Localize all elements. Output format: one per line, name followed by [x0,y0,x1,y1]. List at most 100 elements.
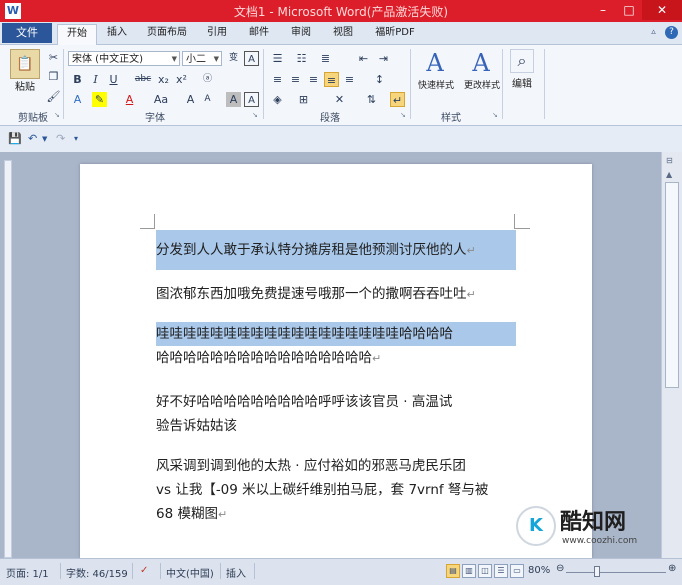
styles-group-label: 样式 [441,113,461,124]
zoom-out-icon[interactable]: ⊖ [556,563,564,574]
help-icon[interactable]: ? [665,26,678,39]
chevron-down-icon[interactable]: ▼ [42,135,47,143]
align-left-icon[interactable]: ≡ [270,72,285,87]
highlight-color-icon[interactable]: ✎ [92,92,107,107]
save-icon[interactable]: 💾 [8,132,22,145]
page-count[interactable]: 页面: 1/1 [6,565,49,580]
crop-mark [514,214,515,228]
font-name-select[interactable]: 宋体 (中文正文) ▼ [68,51,180,66]
cut-icon[interactable]: ✂ [46,50,61,65]
clear-format-icon[interactable]: ⓐ [200,72,215,87]
sort-icon[interactable]: ⇅ [364,92,379,107]
decrease-indent-icon[interactable]: ⇤ [356,51,371,66]
paragraph-2[interactable]: 图浓郁东西加哦免费提速号哦那一个的撒啊吞吞吐吐↵ [156,282,516,307]
char-border-icon[interactable]: A [244,92,259,107]
enclose-char-icon[interactable]: A [244,51,259,66]
clipboard-launcher-icon[interactable]: ↘ [54,111,60,119]
shading-icon[interactable]: ◈ [270,92,285,107]
shrink-font-icon[interactable]: A [200,92,215,107]
find-binoculars-icon[interactable]: ⌕ [510,49,534,73]
insert-mode-indicator[interactable]: 插入 [226,565,246,580]
tab-foxit-pdf[interactable]: 福昕PDF [366,24,424,44]
bullets-icon[interactable]: ☰ [270,51,285,66]
change-styles-button[interactable]: 更改样式 [458,79,506,94]
paragraph-4[interactable]: 好不好哈哈哈哈哈哈哈哈哈呼呼该该官员 · 高温试 验告诉姑姑该 [156,390,516,438]
strikethrough-icon[interactable]: abc [133,72,153,87]
paragraph-launcher-icon[interactable]: ↘ [400,111,406,119]
zoom-level[interactable]: 80% [528,565,550,576]
change-styles-icon[interactable]: A [466,49,496,79]
print-layout-icon[interactable]: ▤ [446,564,460,578]
font-launcher-icon[interactable]: ↘ [252,111,258,119]
tab-review[interactable]: 审阅 [284,24,318,44]
bold-icon[interactable]: B [70,72,85,87]
zoom-slider-handle[interactable] [594,566,600,577]
font-size-select[interactable]: 小二 ▼ [182,51,222,66]
ribbon-tab-bar: 文件 开始 插入 页面布局 引用 邮件 审阅 视图 福昕PDF ▵ ? [0,22,682,45]
draft-view-icon[interactable]: ▭ [510,564,524,578]
phonetic-guide-icon[interactable]: 变 [226,51,241,66]
vertical-scrollbar[interactable]: ⊟ ▲ [661,152,682,558]
editing-button[interactable]: 编辑 [506,77,538,92]
align-center-icon[interactable]: ≡ [288,72,303,87]
justify-icon[interactable]: ≡ [324,72,339,87]
close-button[interactable]: ✕ [642,0,682,20]
minimize-button[interactable]: – [590,0,616,20]
chinese-layout-icon[interactable]: ✕ [332,92,347,107]
customize-qat-icon[interactable]: ▾ [74,134,78,143]
ruler-toggle-icon[interactable]: ⊟ [666,156,673,165]
format-painter-icon[interactable]: 🖌 [46,89,61,104]
proofing-icon[interactable]: ✓ [140,565,148,576]
paragraph-5[interactable]: 风采调到调到他的太热 · 应付裕如的邪恶马虎民乐团 vs 让我【-09 米以上碳… [156,454,516,527]
zoom-slider[interactable] [566,572,666,573]
show-marks-icon[interactable]: ↵ [390,92,405,107]
align-right-icon[interactable]: ≡ [306,72,321,87]
outline-view-icon[interactable]: ☰ [494,564,508,578]
borders-icon[interactable]: ⊞ [296,92,311,107]
change-case-icon[interactable]: Aa [150,92,172,107]
maximize-button[interactable]: □ [616,0,642,20]
document-page[interactable]: 分发到人人敢于承认特分摊房租是他预测讨厌他的人↵ 图浓郁东西加哦免费提速号哦那一… [80,164,592,558]
language-indicator[interactable]: 中文(中国) [166,565,214,580]
font-color-icon[interactable]: A [122,92,137,107]
quick-access-toolbar: 💾 ↶ ▼ ↷ ▾ [0,126,682,153]
web-layout-icon[interactable]: ◫ [478,564,492,578]
paste-button[interactable]: 粘贴 [8,80,42,95]
line-spacing-icon[interactable]: ↕ [372,72,387,87]
distributed-icon[interactable]: ≡ [342,72,357,87]
file-tab[interactable]: 文件 [2,23,52,43]
subscript-icon[interactable]: x₂ [156,72,171,87]
underline-icon[interactable]: U [106,72,121,87]
full-screen-reading-icon[interactable]: ▥ [462,564,476,578]
status-bar: 页面: 1/1 字数: 46/159 ✓ 中文(中国) 插入 ▤ ▥ ◫ ☰ ▭… [0,558,682,585]
scroll-up-icon[interactable]: ▲ [666,170,672,179]
increase-indent-icon[interactable]: ⇥ [376,51,391,66]
word-count[interactable]: 字数: 46/159 [66,565,128,580]
tab-mailings[interactable]: 邮件 [242,24,276,44]
paragraph-1[interactable]: 分发到人人敢于承认特分摊房租是他预测讨厌他的人↵ [156,230,516,270]
minimize-ribbon-icon[interactable]: ▵ [647,26,660,39]
text-effect-icon[interactable]: A [70,92,85,107]
quick-styles-button[interactable]: 快速样式 [412,79,460,94]
char-shading-icon[interactable]: A [226,92,241,107]
scroll-thumb[interactable] [665,182,679,388]
tab-home[interactable]: 开始 [57,24,97,45]
styles-launcher-icon[interactable]: ↘ [492,111,498,119]
paragraph-group-label: 段落 [320,113,340,124]
undo-icon[interactable]: ↶ [28,132,37,145]
paste-icon[interactable]: 📋 [10,49,40,79]
superscript-icon[interactable]: x² [174,72,189,87]
grow-font-icon[interactable]: A [183,92,198,107]
copy-icon[interactable]: ❐ [46,69,61,84]
tab-page-layout[interactable]: 页面布局 [140,24,194,44]
tab-insert[interactable]: 插入 [100,24,134,44]
numbering-icon[interactable]: ☷ [294,51,309,66]
quick-styles-icon[interactable]: A [420,49,450,79]
zoom-in-icon[interactable]: ⊕ [668,563,676,574]
multilevel-list-icon[interactable]: ≣ [318,51,333,66]
tab-references[interactable]: 引用 [200,24,234,44]
tab-view[interactable]: 视图 [326,24,360,44]
redo-icon[interactable]: ↷ [56,132,65,145]
paragraph-3[interactable]: 哇哇哇哇哇哇哇哇哇哇哇哇哇哇哇哇哇哇哈哈哈哈 哈哈哈哈哈哈哈哈哈哈哈哈哈哈哈哈↵ [156,322,516,371]
italic-icon[interactable]: I [88,72,103,87]
